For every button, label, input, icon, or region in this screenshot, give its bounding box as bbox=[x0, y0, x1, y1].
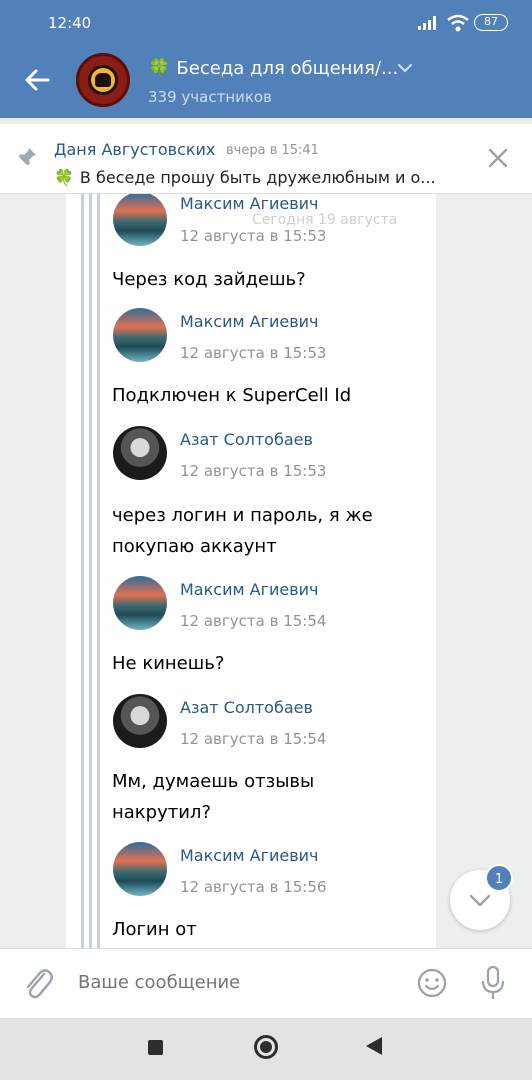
avatar[interactable] bbox=[113, 576, 167, 630]
recent-apps-icon[interactable] bbox=[148, 1040, 163, 1055]
chat-title[interactable]: 🍀 Беседа для общения/... bbox=[148, 58, 398, 79]
chat-avatar[interactable] bbox=[76, 53, 130, 107]
close-icon[interactable] bbox=[486, 146, 510, 170]
date-chip: Сегодня 19 августа bbox=[246, 210, 404, 230]
paperclip-icon[interactable] bbox=[22, 964, 54, 1004]
signal-icon bbox=[418, 16, 436, 30]
pinned-text: 🍀 В беседе прошу быть дружелюбным и о... bbox=[54, 168, 436, 187]
forwarded-messages: Максим Агиевич 12 августа в 15:53 Через … bbox=[66, 194, 436, 948]
avatar[interactable] bbox=[113, 694, 167, 748]
forward-line bbox=[97, 194, 100, 948]
message-date: 12 августа в 15:56 bbox=[180, 878, 327, 896]
avatar[interactable] bbox=[113, 308, 167, 362]
wifi-icon bbox=[447, 14, 469, 32]
message-input[interactable] bbox=[78, 972, 378, 993]
message-text: через логин и пароль, я же покупаю аккау… bbox=[112, 505, 373, 557]
pinned-author[interactable]: Даня Августовских bbox=[54, 140, 215, 159]
message-author[interactable]: Азат Солтобаев bbox=[180, 430, 313, 449]
unread-badge: 1 bbox=[485, 864, 513, 892]
pin-icon bbox=[18, 148, 36, 166]
message-text: Не кинешь? bbox=[112, 653, 225, 674]
clover-emoji: 🍀 bbox=[54, 168, 74, 187]
message-date: 12 августа в 15:54 bbox=[180, 612, 327, 630]
chat-title-text: Беседа для общения/... bbox=[176, 58, 399, 79]
pinned-text-content: В беседе прошу быть дружелюбным и о... bbox=[79, 168, 436, 187]
chat-member-count: 339 участников bbox=[148, 88, 272, 106]
battery-indicator: 87 bbox=[474, 14, 508, 31]
back-arrow-icon[interactable] bbox=[20, 62, 56, 98]
forward-line bbox=[89, 194, 92, 948]
message-date: 12 августа в 15:54 bbox=[180, 730, 327, 748]
status-bar: 12:40 87 bbox=[0, 0, 532, 46]
avatar[interactable] bbox=[113, 426, 167, 480]
home-icon[interactable] bbox=[254, 1035, 278, 1059]
message-date: 12 августа в 15:53 bbox=[180, 344, 327, 362]
pinned-time: вчера в 15:41 bbox=[226, 143, 319, 158]
microphone-icon[interactable] bbox=[478, 964, 508, 1002]
message-author[interactable]: Максим Агиевич bbox=[180, 312, 319, 331]
message-text: Логин от bbox=[112, 919, 197, 940]
message-author[interactable]: Максим Агиевич bbox=[180, 846, 319, 865]
chevron-down-icon[interactable] bbox=[396, 62, 414, 74]
message-author[interactable]: Азат Солтобаев bbox=[180, 698, 313, 717]
status-time: 12:40 bbox=[48, 14, 92, 32]
message-date: 12 августа в 15:53 bbox=[180, 462, 327, 480]
forward-line bbox=[81, 194, 84, 948]
avatar[interactable] bbox=[113, 194, 167, 246]
smile-icon[interactable] bbox=[416, 967, 448, 999]
back-icon[interactable] bbox=[366, 1037, 382, 1055]
message-text: Подключен к SuperCell Id bbox=[112, 385, 352, 406]
clover-emoji: 🍀 bbox=[148, 58, 171, 79]
chat-header: 12:40 87 🍀 Беседа для общения/... 339 уча… bbox=[0, 0, 532, 118]
avatar[interactable] bbox=[113, 842, 167, 896]
message-author[interactable]: Максим Агиевич bbox=[180, 580, 319, 599]
message-text: Мм, думаешь отзывы накрутил? bbox=[112, 771, 315, 823]
message-text: Через код зайдешь? bbox=[112, 269, 306, 290]
